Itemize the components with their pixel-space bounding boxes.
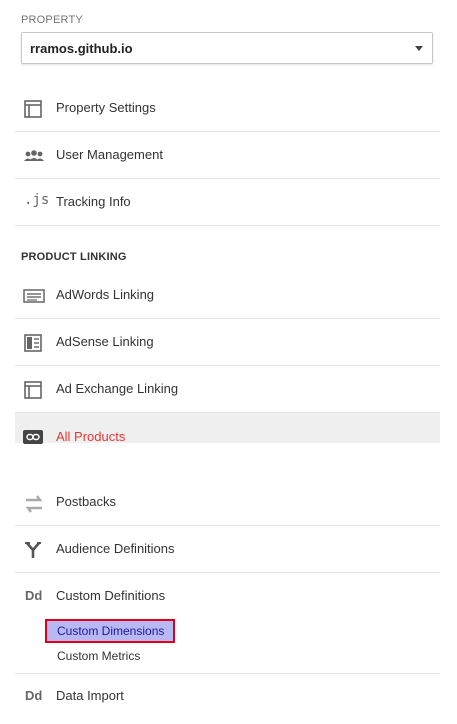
nav-item-label: Audience Definitions xyxy=(56,541,175,556)
property-dropdown[interactable]: rramos.github.io xyxy=(21,32,433,64)
chevron-down-icon xyxy=(415,46,423,51)
link-icon xyxy=(23,428,43,448)
nav-item-label: All Products xyxy=(56,429,126,444)
nav-item-tracking-info[interactable]: .js Tracking Info xyxy=(15,180,440,226)
custom-definitions-icon: Dd xyxy=(25,588,43,603)
nav-item-user-management[interactable]: User Management xyxy=(15,133,440,179)
postbacks-icon xyxy=(23,493,43,513)
nav-item-adsense-linking[interactable]: AdSense Linking xyxy=(15,320,440,366)
property-dropdown-value: rramos.github.io xyxy=(30,41,133,56)
nav-item-label: User Management xyxy=(56,147,163,162)
nav-item-label: Postbacks xyxy=(56,494,116,509)
adwords-icon xyxy=(23,286,45,306)
nav-item-label: Data Import xyxy=(56,688,124,703)
data-import-icon: Dd xyxy=(25,688,43,703)
adsense-icon xyxy=(23,333,43,353)
nav-item-label: AdSense Linking xyxy=(56,334,154,349)
nav-item-label: Tracking Info xyxy=(56,194,131,209)
nav-item-adwords-linking[interactable]: AdWords Linking xyxy=(15,273,440,319)
nav-item-data-import[interactable]: Dd Data Import xyxy=(15,674,440,720)
layout-icon xyxy=(23,99,43,119)
nav-item-all-products[interactable]: All Products xyxy=(15,413,440,444)
product-linking-section-label: PRODUCT LINKING xyxy=(21,251,127,263)
people-icon xyxy=(23,146,44,166)
nav-item-label: Property Settings xyxy=(56,100,156,115)
sub-item-custom-metrics[interactable]: Custom Metrics xyxy=(57,649,140,663)
nav-item-label: AdWords Linking xyxy=(56,287,155,302)
js-icon: .js xyxy=(24,192,50,208)
nav-item-label: Custom Definitions xyxy=(56,588,166,603)
sub-item-custom-dimensions[interactable]: Custom Dimensions xyxy=(45,619,175,643)
property-section-label: PROPERTY xyxy=(21,14,83,26)
nav-item-postbacks[interactable]: Postbacks xyxy=(15,480,440,526)
layout-icon xyxy=(23,380,43,400)
nav-item-custom-definitions[interactable]: Dd Custom Definitions xyxy=(15,574,440,620)
nav-item-ad-exchange-linking[interactable]: Ad Exchange Linking xyxy=(15,367,440,413)
nav-item-audience-definitions[interactable]: Audience Definitions xyxy=(15,527,440,573)
audience-fork-icon xyxy=(23,540,43,560)
nav-item-label: Ad Exchange Linking xyxy=(56,381,179,396)
nav-item-property-settings[interactable]: Property Settings xyxy=(15,86,440,132)
